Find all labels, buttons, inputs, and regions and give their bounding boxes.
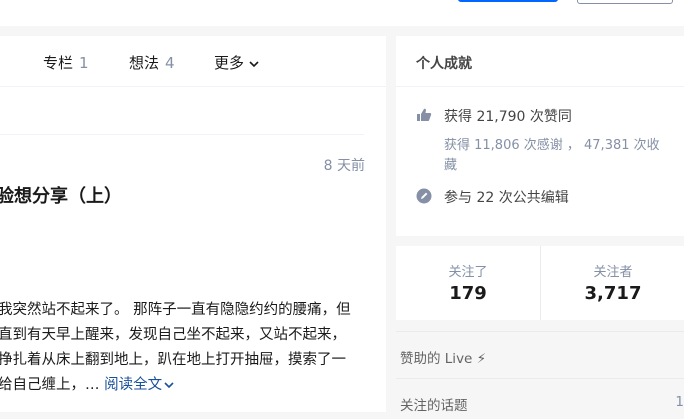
read-more-label: 阅读全文 bbox=[104, 377, 163, 393]
edit-icon bbox=[416, 188, 432, 204]
followers-stat[interactable]: 关注者 3,717 bbox=[541, 246, 684, 320]
tab-more-label: 更多 bbox=[214, 54, 245, 72]
top-navbar bbox=[0, 0, 684, 26]
thanks-text: 获得 11,806 次感谢 ， 47,381 次收藏 bbox=[444, 138, 660, 173]
achievements-header: 个人成就 bbox=[396, 36, 684, 87]
primary-header-button[interactable] bbox=[458, 0, 558, 2]
followed-topics-link[interactable]: 关注的话题 1 bbox=[396, 378, 684, 419]
edits-text: 参与 22 次公共编辑 bbox=[444, 190, 569, 206]
sponsored-live-label: 赞助的 Live ⚡ bbox=[400, 351, 487, 367]
tab-label: 想法 bbox=[129, 54, 160, 72]
tab-count: 4 bbox=[165, 54, 175, 72]
following-stat[interactable]: 关注了 179 bbox=[396, 246, 541, 320]
likes-text: 获得 21,790 次赞同 bbox=[444, 109, 572, 125]
thumbs-up-icon bbox=[417, 108, 432, 121]
chevron-down-icon bbox=[249, 60, 259, 67]
tab-label: 专栏 bbox=[43, 54, 74, 72]
excerpt-line: 直到有天早上醒来，发现自己坐不起来，又站不起来， bbox=[0, 327, 346, 343]
following-count: 179 bbox=[449, 283, 487, 304]
excerpt-line: 挣扎着从床上翻到地上，趴在地上打开抽屉，摸索了一 bbox=[0, 352, 346, 368]
followed-topics-count: 1 bbox=[675, 394, 684, 410]
secondary-header-button[interactable] bbox=[577, 0, 673, 4]
tab-columns[interactable]: 专栏 1 bbox=[43, 52, 89, 73]
tab-more-dropdown[interactable]: 更多 bbox=[214, 52, 259, 73]
excerpt-line: 给自己缠上，… 阅读全文 bbox=[0, 373, 368, 398]
follow-stats-card: 关注了 179 关注者 3,717 bbox=[396, 246, 684, 320]
article-date: 8 天前 bbox=[323, 158, 365, 174]
following-label: 关注了 bbox=[448, 265, 488, 280]
article-title[interactable]: 验想分享（上） bbox=[0, 182, 122, 208]
followers-label: 关注者 bbox=[593, 265, 633, 280]
followed-topics-label: 关注的话题 bbox=[400, 398, 468, 414]
profile-main-panel: 专栏 1 想法 4 更多 8 天前 验想分享（上） 我突然站不起来了。 那阵子一直有… bbox=[0, 36, 386, 412]
tab-count: 1 bbox=[79, 54, 89, 72]
sponsored-live-link[interactable]: 赞助的 Live ⚡ bbox=[396, 331, 684, 372]
achievements-title: 个人成就 bbox=[416, 56, 472, 72]
article-excerpt[interactable]: 我突然站不起来了。 那阵子一直有隐隐约约的腰痛，但 直到有天早上醒来，发现自己坐… bbox=[0, 298, 368, 398]
excerpt-line-text: 给自己缠上，… bbox=[0, 377, 105, 393]
tab-ideas[interactable]: 想法 4 bbox=[129, 52, 175, 73]
section-divider bbox=[0, 134, 364, 135]
profile-tabs: 专栏 1 想法 4 更多 bbox=[0, 36, 386, 87]
chevron-down-icon bbox=[164, 382, 174, 389]
read-more-link[interactable]: 阅读全文 bbox=[104, 377, 174, 393]
achievements-card: 个人成就 获得 21,790 次赞同 获得 11,806 次感谢 ， 47,38… bbox=[396, 36, 684, 236]
followers-count: 3,717 bbox=[584, 283, 642, 304]
excerpt-line: 我突然站不起来了。 那阵子一直有隐隐约约的腰痛，但 bbox=[0, 302, 351, 318]
